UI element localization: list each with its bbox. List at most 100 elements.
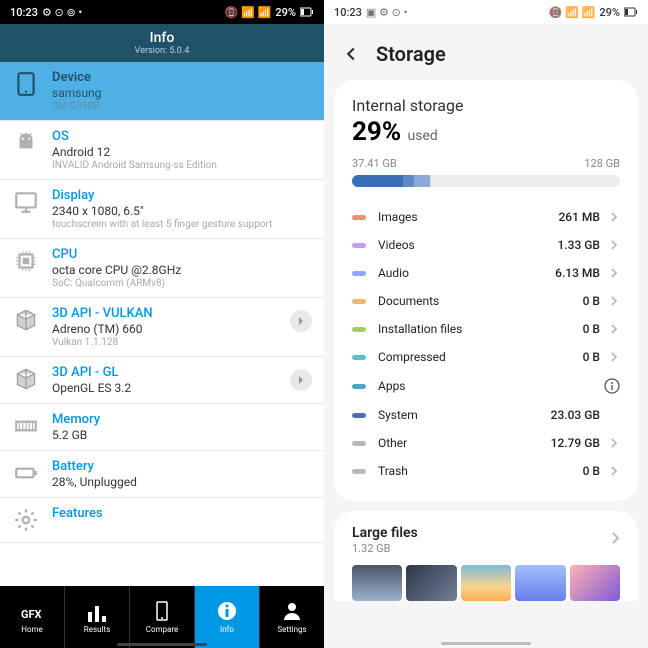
info-row-device[interactable]: DevicesamsungSM-G990B bbox=[0, 62, 324, 121]
thumbnail[interactable] bbox=[570, 565, 620, 601]
category-installation-files[interactable]: Installation files0 B bbox=[352, 315, 620, 343]
info-row-battery[interactable]: Battery28%, Unplugged bbox=[0, 451, 324, 498]
row-title: Display bbox=[52, 188, 312, 203]
category-size: 1.33 GB bbox=[557, 238, 600, 252]
monitor-icon bbox=[12, 188, 40, 216]
info-row-features[interactable]: Features bbox=[0, 498, 324, 543]
info-row-cpu[interactable]: CPUocta core CPU @2.8GHzSoC: Qualcomm (A… bbox=[0, 239, 324, 298]
category-label: Trash bbox=[378, 464, 583, 478]
compare-icon bbox=[151, 600, 173, 622]
chevron-right-icon bbox=[610, 531, 620, 545]
status-left-icons: ⚙ ⊙ ⊚ • bbox=[42, 6, 82, 19]
row-detail: INVALID Android Samsung-ss Edition bbox=[52, 160, 312, 171]
category-size: 0 B bbox=[583, 322, 600, 336]
cube-icon bbox=[12, 306, 40, 334]
nav-results[interactable]: Results bbox=[65, 586, 130, 648]
nav-home[interactable]: GFX Home bbox=[0, 586, 65, 648]
row-value: Adreno (TM) 660 bbox=[52, 322, 290, 336]
large-files-size: 1.32 GB bbox=[352, 542, 620, 555]
gear-icon bbox=[12, 506, 40, 534]
svg-text:GFX: GFX bbox=[21, 608, 42, 621]
internal-storage-card: Internal storage 29% used 37.41 GB 128 G… bbox=[334, 80, 638, 501]
status-time: 10:23 bbox=[10, 6, 38, 19]
info-row-display[interactable]: Display2340 x 1080, 6.5"touchscreen with… bbox=[0, 180, 324, 239]
large-files-card[interactable]: Large files 1.32 GB bbox=[334, 511, 638, 601]
gesture-bar bbox=[117, 643, 207, 646]
page-title: Storage bbox=[376, 42, 446, 66]
chevron-right-icon bbox=[608, 267, 620, 279]
category-size: 12.79 GB bbox=[551, 436, 600, 450]
row-detail: Vulkan 1.1.128 bbox=[52, 337, 290, 348]
chevron-right-icon bbox=[608, 239, 620, 251]
status-bar: 10:23 ⚙ ⊙ ⊚ • 📵 📶 📶 29% bbox=[0, 0, 324, 24]
category-label: Videos bbox=[378, 238, 557, 252]
category-label: Audio bbox=[378, 266, 555, 280]
category-images[interactable]: Images261 MB bbox=[352, 203, 620, 231]
nav-info[interactable]: Info bbox=[195, 586, 260, 648]
row-value: 28%, Unplugged bbox=[52, 475, 312, 489]
thumbnail[interactable] bbox=[406, 565, 456, 601]
category-trash[interactable]: Trash0 B bbox=[352, 457, 620, 485]
category-compressed[interactable]: Compressed0 B bbox=[352, 343, 620, 371]
row-value: samsung bbox=[52, 86, 312, 100]
row-title: Battery bbox=[52, 459, 312, 474]
nav-label: Home bbox=[21, 625, 43, 634]
category-dot bbox=[352, 271, 366, 276]
info-row-memory[interactable]: Memory5.2 GB bbox=[0, 404, 324, 451]
category-size: 0 B bbox=[583, 350, 600, 364]
usage-percent: 29% used bbox=[352, 117, 620, 147]
category-audio[interactable]: Audio6.13 MB bbox=[352, 259, 620, 287]
storage-header: Storage bbox=[324, 24, 648, 80]
thumbnail[interactable] bbox=[352, 565, 402, 601]
category-label: Installation files bbox=[378, 322, 583, 336]
nav-label: Info bbox=[220, 625, 234, 634]
total-size: 128 GB bbox=[584, 157, 620, 170]
category-label: Compressed bbox=[378, 350, 583, 364]
battery-icon bbox=[12, 459, 40, 487]
row-title: 3D API - VULKAN bbox=[52, 306, 290, 321]
info-list[interactable]: DevicesamsungSM-G990BOSAndroid 12INVALID… bbox=[0, 62, 324, 586]
category-size: 0 B bbox=[583, 464, 600, 478]
chip-icon bbox=[12, 247, 40, 275]
category-label: Other bbox=[378, 436, 551, 450]
status-battery: 29% bbox=[275, 6, 296, 19]
nav-label: Settings bbox=[277, 625, 306, 634]
info-row-3d-api-vulkan[interactable]: 3D API - VULKANAdreno (TM) 660Vulkan 1.1… bbox=[0, 298, 324, 357]
info-row-os[interactable]: OSAndroid 12INVALID Android Samsung-ss E… bbox=[0, 121, 324, 180]
gesture-bar bbox=[441, 642, 531, 645]
row-value: OpenGL ES 3.2 bbox=[52, 381, 290, 395]
row-value: octa core CPU @2.8GHz bbox=[52, 263, 312, 277]
info-row-3d-api-gl[interactable]: 3D API - GLOpenGL ES 3.2 bbox=[0, 357, 324, 404]
nav-settings[interactable]: Settings bbox=[260, 586, 324, 648]
settings-icon bbox=[281, 600, 303, 622]
category-list: Images261 MBVideos1.33 GBAudio6.13 MBDoc… bbox=[352, 203, 620, 485]
usage-segment bbox=[414, 175, 430, 187]
back-button[interactable] bbox=[340, 43, 362, 65]
nav-label: Compare bbox=[146, 625, 179, 634]
nav-label: Results bbox=[84, 625, 110, 634]
thumbnail[interactable] bbox=[515, 565, 565, 601]
info-icon[interactable] bbox=[604, 378, 620, 394]
category-other[interactable]: Other12.79 GB bbox=[352, 429, 620, 457]
category-videos[interactable]: Videos1.33 GB bbox=[352, 231, 620, 259]
category-size: 261 MB bbox=[558, 210, 600, 224]
row-title: 3D API - GL bbox=[52, 365, 290, 380]
nav-compare[interactable]: Compare bbox=[130, 586, 195, 648]
row-title: Features bbox=[52, 506, 312, 521]
ram-icon bbox=[12, 412, 40, 440]
category-dot bbox=[352, 355, 366, 360]
chevron-right-icon bbox=[608, 295, 620, 307]
usage-segment bbox=[430, 175, 431, 187]
chevron-right-icon bbox=[608, 437, 620, 449]
cube-icon bbox=[12, 365, 40, 393]
category-size: 6.13 MB bbox=[555, 266, 600, 280]
category-label: System bbox=[378, 408, 551, 422]
category-apps[interactable]: Apps bbox=[352, 371, 620, 401]
thumbnail-strip bbox=[352, 565, 620, 601]
category-dot bbox=[352, 441, 366, 446]
category-documents[interactable]: Documents0 B bbox=[352, 287, 620, 315]
info-icon bbox=[216, 600, 238, 622]
usage-bar bbox=[352, 175, 620, 187]
thumbnail[interactable] bbox=[461, 565, 511, 601]
internal-storage-title: Internal storage bbox=[352, 96, 620, 115]
